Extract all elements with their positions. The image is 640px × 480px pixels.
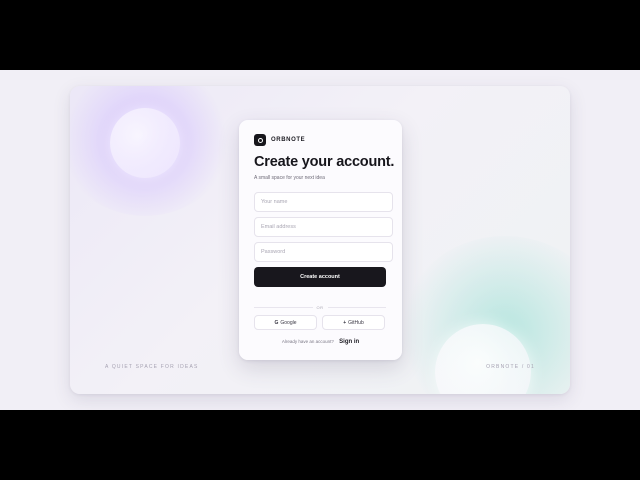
form-title: Create your account. — [254, 154, 395, 170]
github-button-label: GitHub — [348, 319, 364, 326]
divider-line-right — [327, 306, 386, 308]
password-input[interactable] — [254, 242, 393, 262]
brand: ORBNOTE — [254, 134, 305, 146]
letterbox-bottom — [0, 410, 640, 480]
name-input[interactable] — [254, 192, 393, 212]
signin-prompt: Already have an account? — [281, 339, 334, 344]
github-signup-button[interactable]: + GitHub — [322, 315, 385, 330]
email-input[interactable] — [254, 217, 393, 237]
letterbox-top — [0, 0, 640, 70]
google-signup-button[interactable]: G Google — [254, 315, 317, 330]
signup-card: ORBNOTE Create your account. A small spa… — [239, 120, 402, 360]
signin-row: Already have an account? Sign in — [239, 339, 402, 345]
orbnote-logo-icon — [254, 134, 266, 146]
form-subtitle: A small space for your next idea — [254, 175, 325, 181]
google-button-label: Google — [280, 319, 297, 326]
footer-tagline: A QUIET SPACE FOR IDEAS — [105, 364, 199, 370]
or-divider: OR — [254, 303, 386, 311]
brand-name: ORBNOTE — [271, 137, 306, 143]
google-icon: G — [274, 319, 279, 326]
footer-page-marker: ORBNOTE / 01 — [486, 364, 535, 370]
divider-label: OR — [316, 304, 324, 310]
signin-link[interactable]: Sign in — [339, 339, 359, 345]
create-account-button[interactable]: Create account — [254, 267, 386, 287]
github-icon: + — [343, 319, 347, 326]
divider-line-left — [254, 306, 313, 308]
orb-decoration-top — [110, 108, 180, 178]
